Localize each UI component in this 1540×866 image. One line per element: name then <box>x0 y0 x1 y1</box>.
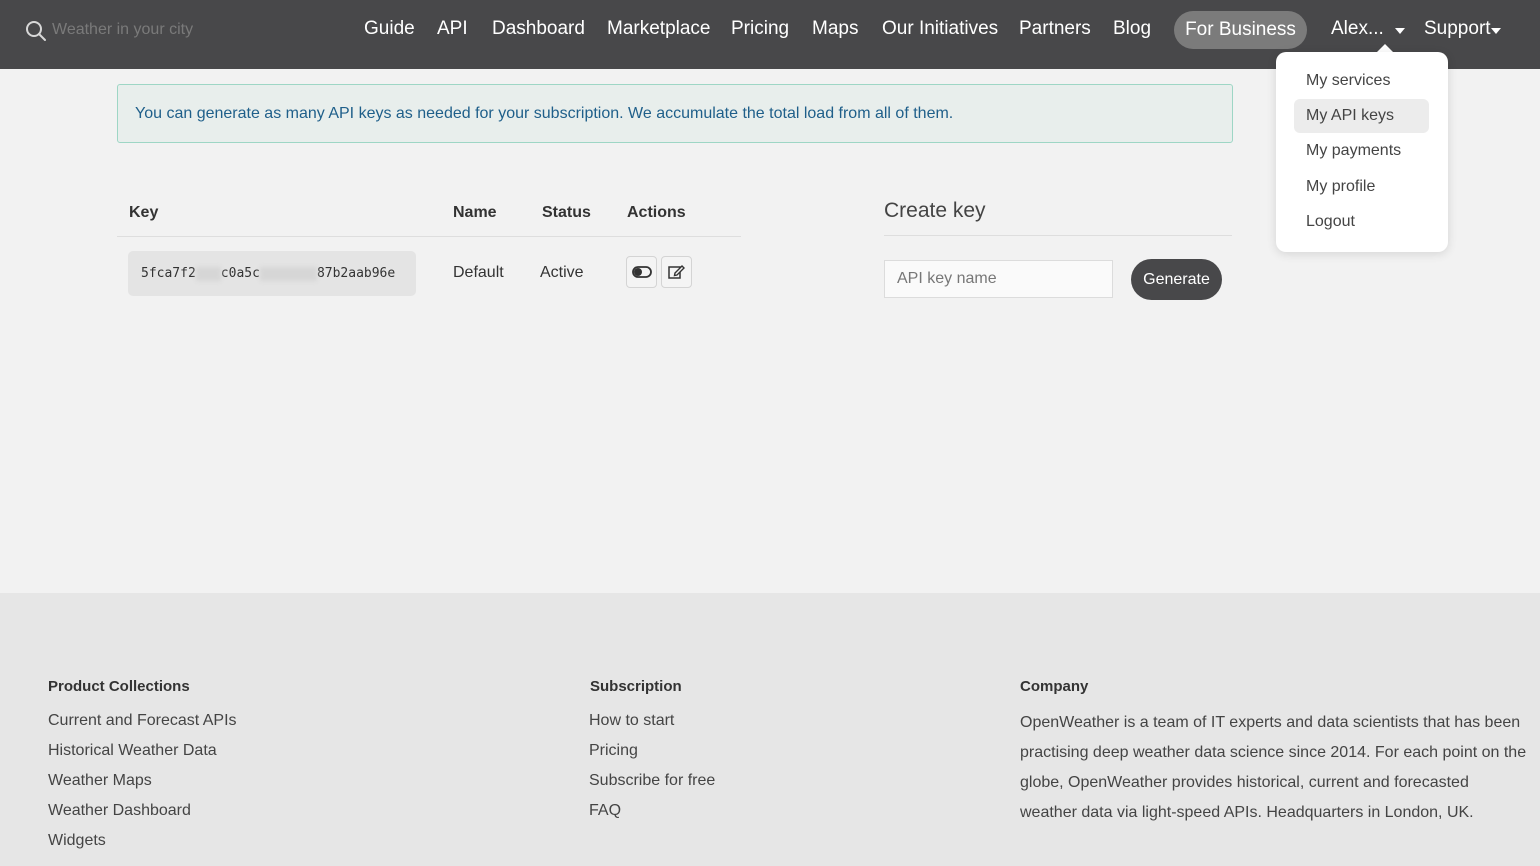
key-name-cell: Default <box>453 264 504 281</box>
notice-text: You can generate as many API keys as nee… <box>135 105 954 122</box>
footer-heading-subscription: Subscription <box>590 678 682 695</box>
city-search-input[interactable] <box>52 16 282 44</box>
menu-item-my-profile[interactable]: My profile <box>1294 170 1429 204</box>
api-key-name-input[interactable] <box>884 260 1113 298</box>
footer-link-widgets[interactable]: Widgets <box>48 832 106 850</box>
nav-maps[interactable]: Maps <box>812 18 858 40</box>
caret-down-icon[interactable] <box>1491 28 1501 34</box>
nav-pricing[interactable]: Pricing <box>731 18 789 40</box>
footer-link-historical[interactable]: Historical Weather Data <box>48 742 217 760</box>
footer-link-subscribe-free[interactable]: Subscribe for free <box>589 772 715 790</box>
key-part-visible: 5fca7f2 <box>141 266 196 281</box>
key-part-visible: 87b2aab96e <box>316 266 396 281</box>
support-menu-toggle[interactable]: Support <box>1424 18 1491 40</box>
nav-blog[interactable]: Blog <box>1113 18 1151 40</box>
menu-item-my-services[interactable]: My services <box>1294 64 1429 98</box>
support-label: Support <box>1424 18 1491 39</box>
menu-item-my-api-keys[interactable]: My API keys <box>1294 99 1429 133</box>
footer-link-how-to-start[interactable]: How to start <box>589 712 674 730</box>
edit-icon <box>668 265 685 279</box>
create-key-title: Create key <box>884 199 986 222</box>
nav-api[interactable]: API <box>437 18 468 40</box>
footer-link-weather-maps[interactable]: Weather Maps <box>48 772 152 790</box>
nav-guide[interactable]: Guide <box>364 18 415 40</box>
search-icon[interactable] <box>25 20 47 42</box>
key-part-redacted <box>259 266 317 281</box>
api-key-value[interactable]: 5fca7f2 c0a5c 87b2aab96e <box>128 251 416 296</box>
nav-dashboard[interactable]: Dashboard <box>492 18 585 40</box>
key-part-visible: c0a5c <box>220 266 260 281</box>
menu-item-my-payments[interactable]: My payments <box>1294 134 1429 168</box>
footer-heading-product: Product Collections <box>48 678 190 695</box>
generate-button[interactable]: Generate <box>1131 259 1222 300</box>
footer-link-weather-dashboard[interactable]: Weather Dashboard <box>48 802 191 820</box>
for-business-button[interactable]: For Business <box>1174 11 1307 49</box>
user-name: Alex... <box>1331 18 1384 39</box>
user-menu-toggle[interactable]: Alex... <box>1331 18 1384 40</box>
nav-our-initiatives[interactable]: Our Initiatives <box>882 18 998 40</box>
key-status-cell: Active <box>540 264 584 281</box>
edit-key-button[interactable] <box>661 256 692 288</box>
footer-link-pricing[interactable]: Pricing <box>589 742 638 760</box>
toggle-key-button[interactable] <box>626 256 657 288</box>
footer-company-description: OpenWeather is a team of IT experts and … <box>1020 714 1527 821</box>
column-header-key: Key <box>129 204 159 221</box>
api-keys-info-notice: You can generate as many API keys as nee… <box>117 84 1233 143</box>
nav-marketplace[interactable]: Marketplace <box>607 18 711 40</box>
column-header-name: Name <box>453 204 497 221</box>
column-header-status: Status <box>542 204 591 221</box>
column-header-actions: Actions <box>627 204 686 221</box>
key-part-redacted <box>195 266 221 281</box>
table-divider <box>117 236 741 237</box>
nav-partners[interactable]: Partners <box>1019 18 1091 40</box>
menu-item-logout[interactable]: Logout <box>1294 205 1429 239</box>
footer: Product Collections Current and Forecast… <box>0 593 1540 866</box>
footer-link-current-forecast[interactable]: Current and Forecast APIs <box>48 712 237 730</box>
caret-down-icon[interactable] <box>1395 28 1405 34</box>
user-dropdown-menu: My services My API keys My payments My p… <box>1276 52 1448 252</box>
footer-link-faq[interactable]: FAQ <box>589 802 621 820</box>
toggle-icon <box>632 266 652 278</box>
footer-heading-company: Company <box>1020 678 1089 695</box>
create-key-divider <box>884 235 1232 236</box>
